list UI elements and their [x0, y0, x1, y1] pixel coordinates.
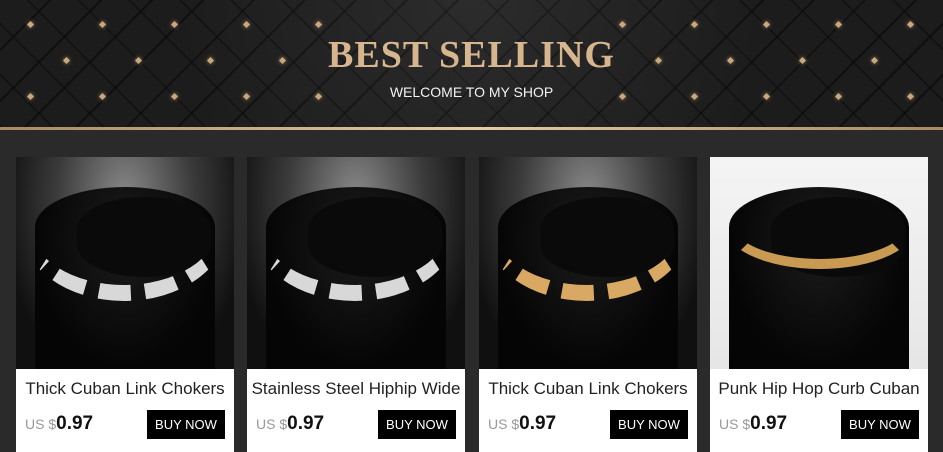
- product-card[interactable]: Stainless Steel Hiphip Wide US $0.97 BUY…: [247, 157, 465, 452]
- price-prefix: US $: [719, 416, 751, 432]
- buy-now-button[interactable]: BUY NOW: [378, 410, 456, 439]
- price-value: 0.97: [287, 413, 325, 434]
- mannequin-bust: [729, 187, 909, 369]
- stud-ornament: [906, 20, 915, 29]
- product-grid: Thick Cuban Link Chokers US $0.97 BUY NO…: [0, 130, 943, 452]
- stud-ornament: [834, 20, 843, 29]
- price-prefix: US $: [488, 416, 520, 432]
- best-selling-banner: BEST SELLING WELCOME TO MY SHOP: [0, 0, 943, 127]
- stud-ornament: [618, 20, 627, 29]
- price-block: US $0.97: [488, 413, 556, 435]
- buy-now-button[interactable]: BUY NOW: [841, 410, 919, 439]
- product-image[interactable]: [710, 157, 928, 369]
- price-block: US $0.97: [256, 413, 324, 435]
- product-title[interactable]: Thick Cuban Link Chokers: [16, 379, 234, 399]
- price-value: 0.97: [750, 413, 788, 434]
- product-title[interactable]: Stainless Steel Hiphip Wide: [247, 379, 465, 399]
- stud-ornament: [314, 20, 323, 29]
- price-value: 0.97: [519, 413, 557, 434]
- product-image[interactable]: [247, 157, 465, 369]
- product-image[interactable]: [479, 157, 697, 369]
- product-title[interactable]: Thick Cuban Link Chokers: [479, 379, 697, 399]
- product-card[interactable]: Thick Cuban Link Chokers US $0.97 BUY NO…: [16, 157, 234, 452]
- product-image[interactable]: [16, 157, 234, 369]
- product-title[interactable]: Punk Hip Hop Curb Cuban: [710, 379, 928, 399]
- buy-now-button[interactable]: BUY NOW: [147, 410, 225, 439]
- buy-now-button[interactable]: BUY NOW: [610, 410, 688, 439]
- stud-ornament: [170, 20, 179, 29]
- product-card[interactable]: Thick Cuban Link Chokers US $0.97 BUY NO…: [479, 157, 697, 452]
- stud-ornament: [762, 20, 771, 29]
- stud-ornament: [690, 20, 699, 29]
- banner-subtitle: WELCOME TO MY SHOP: [389, 84, 554, 100]
- price-block: US $0.97: [719, 413, 787, 435]
- price-value: 0.97: [56, 413, 94, 434]
- stud-ornament: [242, 20, 251, 29]
- price-prefix: US $: [256, 416, 288, 432]
- banner-title: BEST SELLING: [328, 34, 615, 76]
- price-prefix: US $: [25, 416, 57, 432]
- stud-ornament: [26, 20, 35, 29]
- product-card[interactable]: Punk Hip Hop Curb Cuban US $0.97 BUY NOW: [710, 157, 928, 452]
- price-block: US $0.97: [25, 413, 93, 435]
- stud-ornament: [98, 20, 107, 29]
